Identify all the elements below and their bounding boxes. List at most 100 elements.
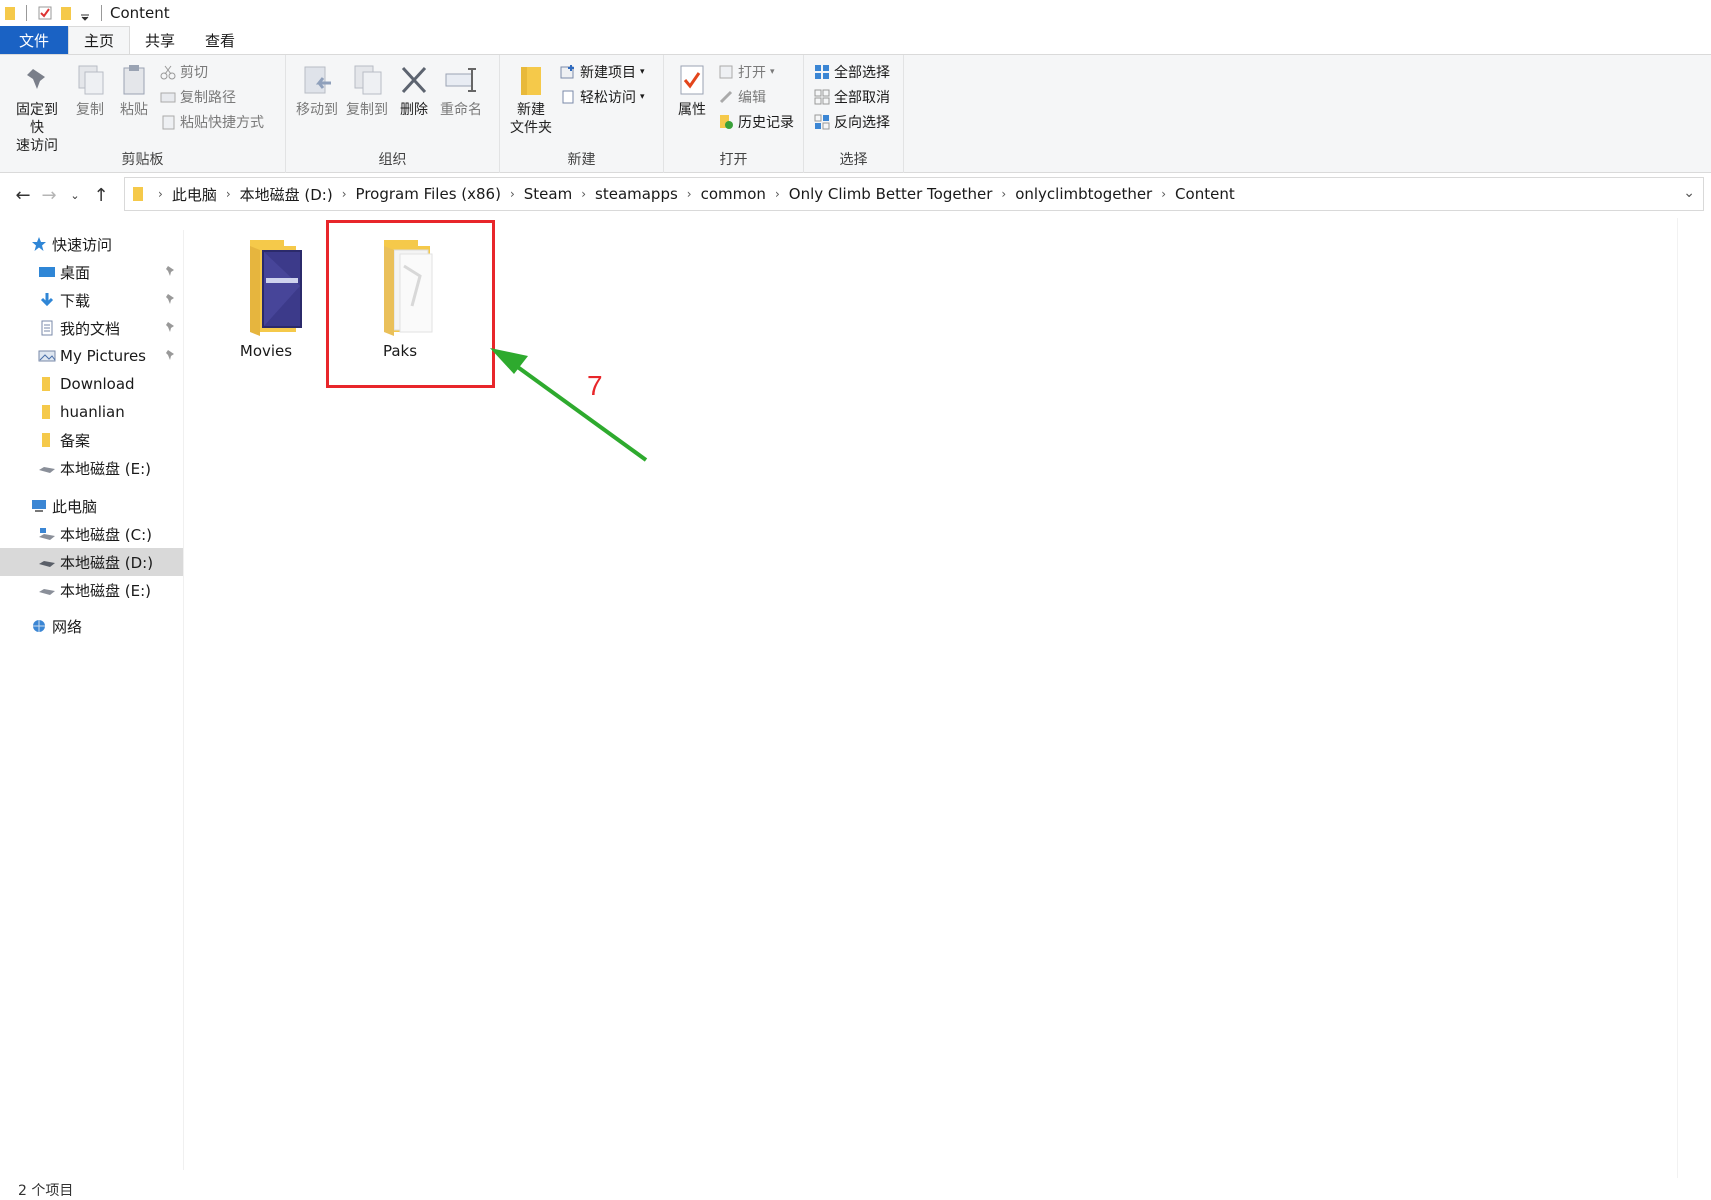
- sidebar-item-label: 下载: [60, 291, 91, 310]
- chevron-right-icon: ›: [581, 187, 587, 201]
- edit-label: 编辑: [738, 90, 766, 106]
- document-icon: [41, 320, 53, 336]
- new-item-button[interactable]: 新建项目 ▾: [560, 61, 645, 83]
- edit-pencil-icon: [719, 90, 733, 104]
- system-drive-icon: [39, 528, 55, 540]
- select-all-label: 全部选择: [834, 65, 890, 81]
- breadcrumb-item[interactable]: 本地磁盘 (D:): [240, 184, 333, 205]
- easy-access-button[interactable]: 轻松访问 ▾: [560, 86, 645, 108]
- organize-group: 移动到 复制到 删除 重命名 组织: [286, 55, 500, 173]
- pin-icon[interactable]: [165, 349, 177, 361]
- tab-view[interactable]: 查看: [190, 26, 250, 54]
- open-button[interactable]: 打开 ▾: [718, 61, 794, 83]
- annotation-number: 7: [587, 370, 603, 401]
- pin-icon[interactable]: [165, 293, 177, 305]
- breadcrumb-item[interactable]: 此电脑: [172, 184, 217, 205]
- sidebar-item-desktop[interactable]: 桌面: [0, 258, 183, 286]
- new-folder-icon: [521, 67, 541, 95]
- tab-home[interactable]: 主页: [68, 26, 131, 54]
- copy-to-icon: [354, 65, 382, 95]
- folder-icon: [42, 433, 50, 447]
- paste-shortcut-icon: [162, 115, 175, 130]
- copy-path-button[interactable]: 复制路径: [160, 86, 264, 108]
- sidebar-item-label: 我的文档: [60, 319, 121, 338]
- rename-label: 重命名: [440, 102, 482, 118]
- sidebar-item-label: 本地磁盘 (E:): [60, 459, 152, 478]
- quick-access-toolbar: [0, 5, 106, 21]
- sidebar-item-drive-d[interactable]: 本地磁盘 (D:): [0, 548, 183, 576]
- breadcrumb-item[interactable]: onlyclimbtogether: [1015, 185, 1152, 203]
- back-button[interactable]: ←: [10, 180, 36, 210]
- paste-shortcut-button[interactable]: 粘贴快捷方式: [160, 111, 264, 133]
- new-group-label: 新建: [567, 152, 596, 168]
- pin-icon[interactable]: [165, 321, 177, 333]
- ribbon-tabs: 文件 主页 共享 查看: [0, 26, 1711, 55]
- scissors-icon: [160, 65, 176, 80]
- drive-icon: [39, 589, 55, 595]
- sidebar-item-this-pc[interactable]: 此电脑: [0, 492, 183, 520]
- sidebar-item-beian[interactable]: 备案: [0, 426, 183, 454]
- arrow-right-icon: →: [41, 184, 57, 206]
- sidebar-item-my-pictures[interactable]: My Pictures: [0, 342, 183, 370]
- address-dropdown-icon[interactable]: ⌄: [1683, 185, 1695, 201]
- edit-button[interactable]: 编辑: [718, 86, 794, 108]
- breadcrumb-item[interactable]: Steam: [524, 185, 572, 203]
- new-folder-icon[interactable]: [59, 5, 73, 21]
- properties-icon: [680, 65, 704, 95]
- breadcrumb-item[interactable]: Content: [1175, 185, 1235, 203]
- sidebar-item-drive-e[interactable]: 本地磁盘 (E:): [0, 576, 183, 604]
- customize-dropdown-icon[interactable]: [79, 5, 91, 21]
- history-icon: [720, 115, 733, 129]
- sidebar-item-drive-c[interactable]: 本地磁盘 (C:): [0, 520, 183, 548]
- select-all-icon: [815, 65, 829, 79]
- new-group: 新建 文件夹 新建项目 ▾ 轻松访问 ▾ 新建: [500, 55, 664, 173]
- divider: [26, 5, 27, 21]
- folder-item-movies[interactable]: Movies: [206, 236, 326, 360]
- window-title: Content: [110, 4, 170, 22]
- recent-locations-button[interactable]: ⌄: [62, 180, 88, 210]
- sidebar-item-label: My Pictures: [60, 347, 146, 365]
- sidebar-item-huanlian[interactable]: huanlian: [0, 398, 183, 426]
- folder-icon: [42, 405, 50, 419]
- delete-label: 删除: [400, 102, 428, 118]
- breadcrumb-item[interactable]: steamapps: [595, 185, 678, 203]
- sidebar-item-quick-access[interactable]: 快速访问: [0, 230, 183, 258]
- folder-with-preview-icon: [250, 240, 302, 336]
- ribbon: 固定到快 速访问 复制 粘贴 剪切 复制路径 粘贴快捷方式 剪贴板 移动到 复制…: [0, 55, 1711, 173]
- clipboard-icon: [123, 65, 145, 95]
- delete-x-icon: [401, 66, 427, 94]
- tab-share[interactable]: 共享: [130, 26, 190, 54]
- navigation-row: ← → ⌄ ↑ › 此电脑 › 本地磁盘 (D:) › Program Files …: [0, 177, 1711, 213]
- history-button[interactable]: 历史记录: [718, 111, 794, 133]
- select-none-button[interactable]: 全部取消: [814, 86, 890, 108]
- invert-selection-button[interactable]: 反向选择: [814, 111, 890, 133]
- vertical-scrollbar[interactable]: [1677, 218, 1693, 1178]
- properties-check-icon[interactable]: [37, 5, 53, 21]
- copy-path-label: 复制路径: [180, 90, 236, 106]
- tab-file[interactable]: 文件: [0, 26, 68, 54]
- breadcrumb-item[interactable]: common: [701, 185, 766, 203]
- cut-button[interactable]: 剪切: [160, 61, 264, 83]
- pin-label: 固定到快 速访问: [16, 102, 58, 154]
- clipboard-group: 固定到快 速访问 复制 粘贴 剪切 复制路径 粘贴快捷方式 剪贴板: [0, 55, 286, 173]
- select-all-button[interactable]: 全部选择: [814, 61, 890, 83]
- new-item-label: 新建项目: [580, 65, 636, 81]
- sidebar-item-drive-e-quick[interactable]: 本地磁盘 (E:): [0, 454, 183, 482]
- history-label: 历史记录: [738, 115, 794, 131]
- sidebar-item-download-folder[interactable]: Download: [0, 370, 183, 398]
- sidebar-item-network[interactable]: 网络: [0, 612, 183, 640]
- organize-group-label: 组织: [378, 152, 407, 168]
- up-button[interactable]: ↑: [88, 180, 114, 210]
- sidebar-item-label: 备案: [60, 431, 91, 450]
- forward-button[interactable]: →: [36, 180, 62, 210]
- easy-access-label: 轻松访问: [580, 90, 636, 106]
- breadcrumb-item[interactable]: Only Climb Better Together: [789, 185, 993, 203]
- breadcrumb-item[interactable]: Program Files (x86): [356, 185, 501, 203]
- chevron-right-icon: ›: [509, 187, 515, 201]
- sidebar-item-downloads[interactable]: 下载: [0, 286, 183, 314]
- arrow-left-icon: ←: [15, 184, 31, 206]
- pin-icon[interactable]: [165, 265, 177, 277]
- sidebar-item-documents[interactable]: 我的文档: [0, 314, 183, 342]
- address-bar[interactable]: › 此电脑 › 本地磁盘 (D:) › Program Files (x86) › S…: [124, 177, 1704, 211]
